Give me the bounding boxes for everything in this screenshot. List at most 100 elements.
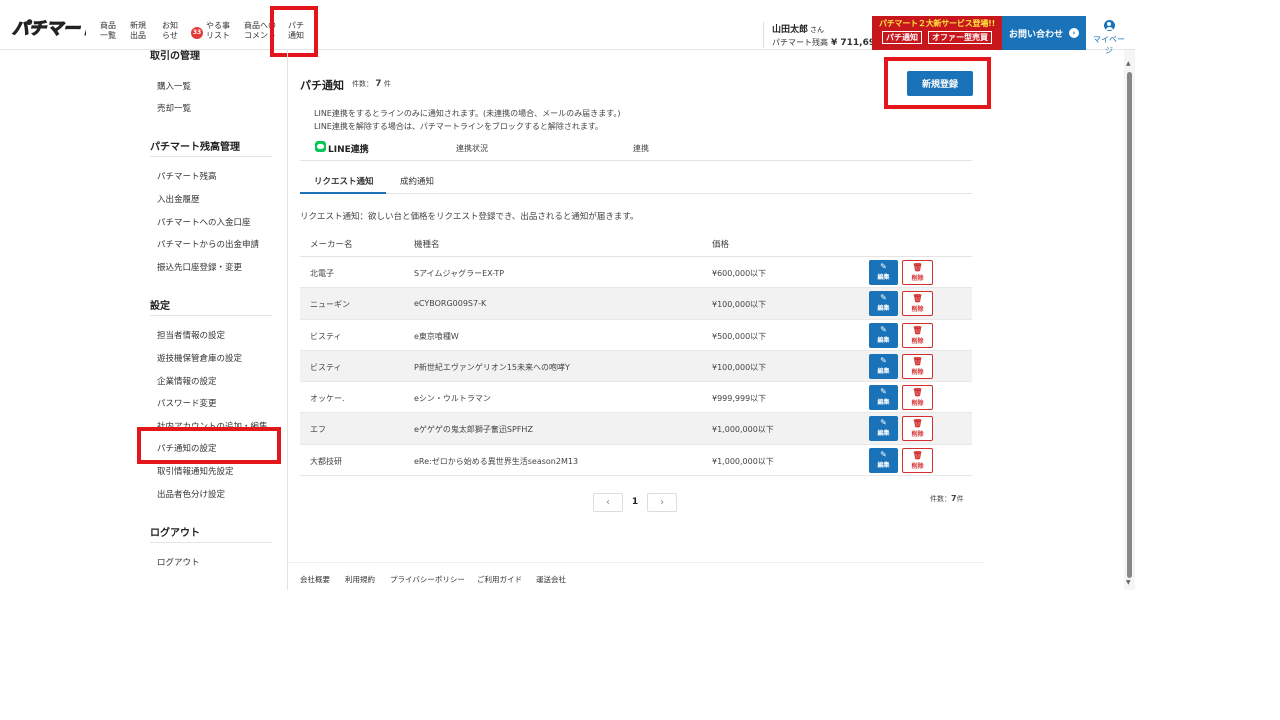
cell-maker: オッケー. bbox=[310, 394, 345, 404]
footer-link-carriers[interactable]: 運送会社 bbox=[536, 574, 566, 585]
item-count: 件数： 7 件 bbox=[352, 79, 391, 89]
edit-button[interactable]: ✎ 編集 bbox=[869, 353, 898, 379]
sidebar-item-withdraw-request[interactable]: パチマートからの出金申請 bbox=[157, 238, 259, 250]
edit-button[interactable]: ✎ 編集 bbox=[869, 291, 898, 317]
tab-contract-notify[interactable]: 成約通知 bbox=[400, 175, 434, 187]
cell-model: SアイムジャグラーEX-TP bbox=[414, 269, 505, 278]
sidebar-item-balance[interactable]: パチマート残高 bbox=[157, 170, 217, 182]
scrollbar-thumb[interactable] bbox=[1127, 72, 1132, 578]
sidebar-item-purchases[interactable]: 購入一覧 bbox=[157, 80, 191, 92]
current-page[interactable]: 1 bbox=[623, 497, 647, 507]
cell-model: eシン・ウルトラマン bbox=[414, 394, 491, 404]
trash-icon: 🗑 bbox=[912, 294, 923, 304]
column-header-price: 価格 bbox=[712, 240, 730, 250]
sidebar-heading-trades: 取引の管理 bbox=[150, 51, 200, 62]
top-header: パチマート 商品 一覧 新規 出品 お知 らせ 33 やる事 リスト 商品への … bbox=[0, 0, 1135, 55]
pencil-icon: ✎ bbox=[880, 418, 887, 428]
sidebar-divider bbox=[150, 315, 272, 316]
cell-maker: エフ bbox=[310, 425, 326, 435]
sidebar-item-history[interactable]: 入出金履歴 bbox=[157, 193, 200, 205]
table-row: エフ eゲゲゲの鬼太郎獅子奮迅SPFHZ ¥1,000,000以下 ✎ 編集 🗑 削… bbox=[300, 413, 972, 445]
footer: 会社概要 利用規約 プライバシーポリシー ご利用ガイド 運送会社 bbox=[288, 562, 985, 590]
sidebar-item-company-settings[interactable]: 企業情報の設定 bbox=[157, 375, 217, 387]
vertical-scrollbar[interactable]: ▲ ▼ bbox=[1124, 50, 1135, 590]
sidebar-item-password[interactable]: パスワード変更 bbox=[157, 397, 217, 409]
cell-model: eRe:ゼロから始める異世界生活season2M13 bbox=[414, 456, 579, 466]
sidebar-item-sales[interactable]: 売却一覧 bbox=[157, 102, 191, 114]
promo-tag-pachi-notify: パチ通知 bbox=[882, 31, 922, 44]
edit-button[interactable]: ✎ 編集 bbox=[869, 416, 898, 442]
contact-label: お問い合わせ bbox=[1008, 29, 1063, 40]
line-icon bbox=[315, 141, 326, 152]
arrow-right-icon: › bbox=[1069, 28, 1079, 38]
cell-price: ¥100,000以下 bbox=[712, 300, 767, 310]
sidebar-item-deposit-account[interactable]: パチマートへの入金口座 bbox=[157, 216, 251, 228]
line-link-row: LINE連携 連携状況 連携 bbox=[300, 139, 972, 161]
pager-item-count: 件数：7件 bbox=[930, 494, 964, 504]
line-status-label: 連携状況 bbox=[456, 144, 488, 153]
delete-button[interactable]: 🗑 削除 bbox=[902, 260, 933, 285]
count-value: 7 bbox=[375, 79, 382, 89]
scroll-down-icon[interactable]: ▼ bbox=[1126, 579, 1131, 586]
nav-todo[interactable]: やる事 リスト bbox=[206, 21, 230, 41]
scroll-up-icon[interactable]: ▲ bbox=[1126, 60, 1131, 67]
sidebar-item-trade-notify-dest[interactable]: 取引情報通知先設定 bbox=[157, 465, 234, 477]
pagination: ‹ 1 › bbox=[593, 492, 677, 512]
edit-button[interactable]: ✎ 編集 bbox=[869, 260, 898, 285]
nav-new-listing-line1: 新規 bbox=[130, 21, 146, 30]
delete-button[interactable]: 🗑 削除 bbox=[902, 447, 933, 473]
cell-price: ¥1,000,000以下 bbox=[712, 425, 774, 435]
delete-button[interactable]: 🗑 削除 bbox=[902, 353, 933, 379]
cell-maker: ビスティ bbox=[310, 362, 342, 372]
footer-link-company[interactable]: 会社概要 bbox=[300, 574, 330, 585]
nav-products[interactable]: 商品 一覧 bbox=[100, 21, 116, 41]
cell-model: P新世紀エヴァンゲリオン15未来への咆哮Y bbox=[414, 362, 570, 372]
nav-notices-line2: らせ bbox=[162, 31, 178, 40]
trash-icon: 🗑 bbox=[912, 356, 923, 366]
delete-button[interactable]: 🗑 削除 bbox=[902, 416, 933, 442]
tab-request-notify[interactable]: リクエスト通知 bbox=[314, 175, 374, 187]
footer-link-guide[interactable]: ご利用ガイド bbox=[477, 574, 522, 585]
delete-button[interactable]: 🗑 削除 bbox=[902, 322, 933, 348]
line-description-1: LINE連携をするとラインのみに通知されます。(未連携の場合、メールのみ届きます… bbox=[314, 109, 621, 118]
sidebar-item-bank-account[interactable]: 振込先口座登録・変更 bbox=[157, 261, 242, 273]
cell-model: eCYBORG009S7-K bbox=[414, 299, 487, 309]
sidebar-item-staff-settings[interactable]: 担当者情報の設定 bbox=[157, 329, 225, 341]
delete-button[interactable]: 🗑 削除 bbox=[902, 385, 933, 411]
trash-icon: 🗑 bbox=[912, 419, 923, 429]
nav-notices[interactable]: お知 らせ bbox=[162, 21, 178, 41]
count-unit: 件 bbox=[383, 80, 391, 88]
sidebar-heading-balance: パチマート残高管理 bbox=[150, 142, 240, 153]
table-header: メーカー名 機種名 価格 bbox=[300, 228, 972, 257]
column-header-model: 機種名 bbox=[414, 240, 440, 250]
next-page-button[interactable]: › bbox=[647, 492, 677, 512]
user-suffix: さん bbox=[810, 26, 825, 34]
footer-link-terms[interactable]: 利用規約 bbox=[345, 574, 375, 585]
edit-button[interactable]: ✎ 編集 bbox=[869, 447, 898, 473]
promo-banner[interactable]: パチマート２大新サービス登場!! パチ通知 オファー型売買 bbox=[872, 16, 1002, 50]
sidebar-divider bbox=[150, 156, 272, 157]
logo-text: パチマート bbox=[12, 19, 86, 39]
sidebar-item-warehouse-settings[interactable]: 遊技機保管倉庫の設定 bbox=[157, 352, 242, 364]
pencil-icon: ✎ bbox=[880, 324, 887, 334]
logo[interactable]: パチマート bbox=[10, 14, 86, 40]
cell-price: ¥600,000以下 bbox=[712, 269, 767, 278]
cell-price: ¥500,000以下 bbox=[712, 331, 767, 341]
trash-icon: 🗑 bbox=[912, 450, 923, 460]
edit-button[interactable]: ✎ 編集 bbox=[869, 385, 898, 411]
nav-new-listing[interactable]: 新規 出品 bbox=[130, 21, 146, 41]
trash-icon: 🗑 bbox=[912, 388, 923, 398]
sidebar: 取引の管理 購入一覧 売却一覧 パチマート残高管理 パチマート残高 入出金履歴 … bbox=[0, 50, 288, 590]
edit-button[interactable]: ✎ 編集 bbox=[869, 322, 898, 348]
prev-page-button[interactable]: ‹ bbox=[593, 492, 623, 512]
highlight-box-new-button bbox=[884, 57, 991, 109]
contact-button[interactable]: お問い合わせ › bbox=[1002, 16, 1086, 50]
sidebar-item-logout[interactable]: ログアウト bbox=[157, 556, 200, 568]
delete-button[interactable]: 🗑 削除 bbox=[902, 291, 933, 317]
table-row: 北電子 SアイムジャグラーEX-TP ¥600,000以下 ✎ 編集 🗑 削除 bbox=[300, 257, 972, 289]
edit-label: 編集 bbox=[877, 461, 890, 469]
active-tab-indicator bbox=[300, 192, 386, 194]
mypage-link[interactable]: マイページ bbox=[1091, 20, 1127, 56]
sidebar-item-seller-colors[interactable]: 出品者色分け設定 bbox=[157, 488, 225, 500]
footer-link-privacy[interactable]: プライバシーポリシー bbox=[390, 574, 465, 585]
